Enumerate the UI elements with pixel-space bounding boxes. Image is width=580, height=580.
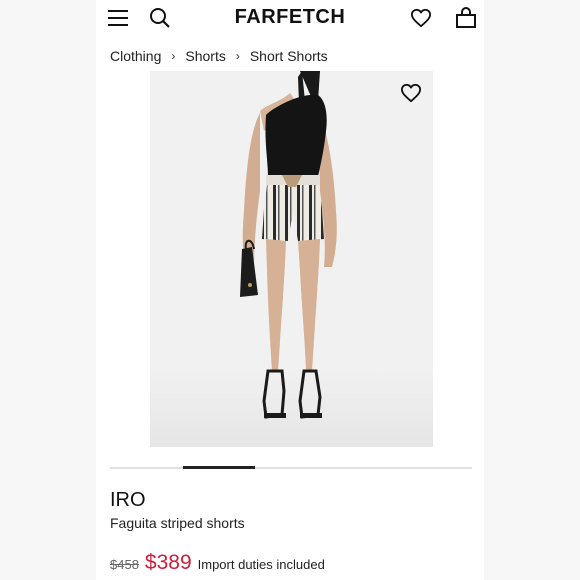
- breadcrumb: Clothing › Shorts › Short Shorts: [110, 48, 328, 64]
- heart-icon[interactable]: [409, 6, 433, 30]
- product-name: Faguita striped shorts: [110, 515, 245, 531]
- breadcrumb-short-shorts[interactable]: Short Shorts: [250, 48, 328, 64]
- product-brand[interactable]: IRO: [110, 489, 146, 512]
- chevron-right-icon: ›: [235, 49, 240, 63]
- model-figure: [240, 71, 337, 419]
- duties-note: Import duties included: [197, 557, 325, 572]
- shopping-bag-icon[interactable]: [454, 6, 478, 30]
- right-backdrop: [484, 0, 580, 580]
- breadcrumb-clothing[interactable]: Clothing: [110, 48, 161, 64]
- favorite-heart-icon[interactable]: [399, 81, 423, 105]
- chevron-right-icon: ›: [171, 49, 176, 63]
- price-row: $458 $389 Import duties included: [110, 551, 325, 575]
- product-image[interactable]: [150, 71, 433, 447]
- top-header: FARFETCH: [96, 0, 484, 36]
- carousel-active-segment: [183, 466, 255, 469]
- sale-price: $389: [144, 551, 192, 574]
- original-price: $458: [110, 557, 139, 572]
- breadcrumb-shorts[interactable]: Shorts: [185, 48, 225, 64]
- left-backdrop: [0, 0, 96, 580]
- product-page: FARFETCH Clothing › Shorts › Short Short…: [96, 0, 484, 580]
- image-carousel-indicator[interactable]: [110, 466, 472, 469]
